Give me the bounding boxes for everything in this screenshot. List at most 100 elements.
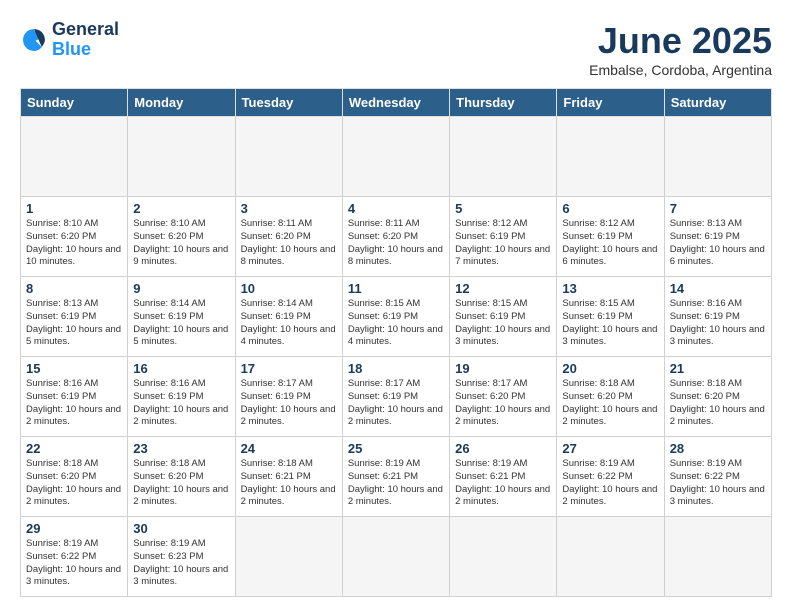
- day-number: 29: [26, 521, 122, 536]
- table-cell: 16 Sunrise: 8:16 AMSunset: 6:19 PMDayligh…: [128, 357, 235, 437]
- day-info: Sunrise: 8:13 AMSunset: 6:19 PMDaylight:…: [670, 218, 766, 269]
- day-info: Sunrise: 8:17 AMSunset: 6:20 PMDaylight:…: [455, 378, 551, 429]
- logo-text: General Blue: [52, 20, 119, 60]
- day-info: Sunrise: 8:19 AMSunset: 6:23 PMDaylight:…: [133, 538, 229, 589]
- table-cell: 19 Sunrise: 8:17 AMSunset: 6:20 PMDayligh…: [450, 357, 557, 437]
- day-number: 3: [241, 201, 337, 216]
- col-monday: Monday: [128, 89, 235, 117]
- table-cell: 3 Sunrise: 8:11 AMSunset: 6:20 PMDaylight…: [235, 197, 342, 277]
- calendar-row: 1 Sunrise: 8:10 AMSunset: 6:20 PMDaylight…: [21, 197, 772, 277]
- table-cell: [21, 117, 128, 197]
- table-cell: 13 Sunrise: 8:15 AMSunset: 6:19 PMDayligh…: [557, 277, 664, 357]
- table-cell: 6 Sunrise: 8:12 AMSunset: 6:19 PMDaylight…: [557, 197, 664, 277]
- table-cell: 27Sunrise: 8:19 AMSunset: 6:22 PMDayligh…: [557, 437, 664, 517]
- day-number: 13: [562, 281, 658, 296]
- day-number: 24: [241, 441, 337, 456]
- day-number: 4: [348, 201, 444, 216]
- col-tuesday: Tuesday: [235, 89, 342, 117]
- table-cell: 11 Sunrise: 8:15 AMSunset: 6:19 PMDayligh…: [342, 277, 449, 357]
- day-number: 1: [26, 201, 122, 216]
- table-cell: 14 Sunrise: 8:16 AMSunset: 6:19 PMDayligh…: [664, 277, 771, 357]
- day-info: Sunrise: 8:19 AMSunset: 6:22 PMDaylight:…: [670, 458, 766, 509]
- day-number: 28: [670, 441, 766, 456]
- table-cell: 9 Sunrise: 8:14 AMSunset: 6:19 PMDaylight…: [128, 277, 235, 357]
- table-cell: [235, 117, 342, 197]
- calendar-header-row: Sunday Monday Tuesday Wednesday Thursday…: [21, 89, 772, 117]
- day-number: 6: [562, 201, 658, 216]
- table-cell: [235, 517, 342, 597]
- day-number: 15: [26, 361, 122, 376]
- day-number: 19: [455, 361, 551, 376]
- day-info: Sunrise: 8:10 AMSunset: 6:20 PMDaylight:…: [26, 218, 122, 269]
- title-block: June 2025 Embalse, Cordoba, Argentina: [589, 20, 772, 78]
- day-info: Sunrise: 8:14 AMSunset: 6:19 PMDaylight:…: [241, 298, 337, 349]
- day-number: 21: [670, 361, 766, 376]
- table-cell: 23 Sunrise: 8:18 AMSunset: 6:20 PMDayligh…: [128, 437, 235, 517]
- day-info: Sunrise: 8:18 AMSunset: 6:21 PMDaylight:…: [241, 458, 337, 509]
- day-info: Sunrise: 8:18 AMSunset: 6:20 PMDaylight:…: [26, 458, 122, 509]
- day-info: Sunrise: 8:14 AMSunset: 6:19 PMDaylight:…: [133, 298, 229, 349]
- day-info: Sunrise: 8:16 AMSunset: 6:19 PMDaylight:…: [133, 378, 229, 429]
- day-number: 30: [133, 521, 229, 536]
- col-saturday: Saturday: [664, 89, 771, 117]
- calendar-row: 8Sunrise: 8:13 AMSunset: 6:19 PMDaylight…: [21, 277, 772, 357]
- day-info: Sunrise: 8:16 AMSunset: 6:19 PMDaylight:…: [670, 298, 766, 349]
- day-number: 25: [348, 441, 444, 456]
- day-info: Sunrise: 8:19 AMSunset: 6:21 PMDaylight:…: [348, 458, 444, 509]
- table-cell: [664, 117, 771, 197]
- logo: General Blue: [20, 20, 119, 60]
- logo-icon: [20, 26, 48, 54]
- day-info: Sunrise: 8:11 AMSunset: 6:20 PMDaylight:…: [348, 218, 444, 269]
- table-cell: [342, 117, 449, 197]
- table-cell: 25 Sunrise: 8:19 AMSunset: 6:21 PMDayligh…: [342, 437, 449, 517]
- table-cell: [557, 517, 664, 597]
- col-wednesday: Wednesday: [342, 89, 449, 117]
- day-number: 23: [133, 441, 229, 456]
- col-thursday: Thursday: [450, 89, 557, 117]
- calendar-row: 22Sunrise: 8:18 AMSunset: 6:20 PMDayligh…: [21, 437, 772, 517]
- day-info: Sunrise: 8:13 AMSunset: 6:19 PMDaylight:…: [26, 298, 122, 349]
- table-cell: 22Sunrise: 8:18 AMSunset: 6:20 PMDayligh…: [21, 437, 128, 517]
- day-info: Sunrise: 8:18 AMSunset: 6:20 PMDaylight:…: [133, 458, 229, 509]
- day-number: 2: [133, 201, 229, 216]
- day-info: Sunrise: 8:19 AMSunset: 6:21 PMDaylight:…: [455, 458, 551, 509]
- day-info: Sunrise: 8:19 AMSunset: 6:22 PMDaylight:…: [26, 538, 122, 589]
- day-info: Sunrise: 8:16 AMSunset: 6:19 PMDaylight:…: [26, 378, 122, 429]
- day-number: 18: [348, 361, 444, 376]
- day-info: Sunrise: 8:15 AMSunset: 6:19 PMDaylight:…: [562, 298, 658, 349]
- day-number: 16: [133, 361, 229, 376]
- table-cell: 1 Sunrise: 8:10 AMSunset: 6:20 PMDaylight…: [21, 197, 128, 277]
- day-number: 26: [455, 441, 551, 456]
- day-number: 11: [348, 281, 444, 296]
- day-number: 5: [455, 201, 551, 216]
- day-number: 12: [455, 281, 551, 296]
- table-cell: [128, 117, 235, 197]
- day-info: Sunrise: 8:17 AMSunset: 6:19 PMDaylight:…: [241, 378, 337, 429]
- table-cell: 29 Sunrise: 8:19 AMSunset: 6:22 PMDayligh…: [21, 517, 128, 597]
- table-cell: 7 Sunrise: 8:13 AMSunset: 6:19 PMDaylight…: [664, 197, 771, 277]
- day-info: Sunrise: 8:17 AMSunset: 6:19 PMDaylight:…: [348, 378, 444, 429]
- table-cell: 18 Sunrise: 8:17 AMSunset: 6:19 PMDayligh…: [342, 357, 449, 437]
- table-cell: 15 Sunrise: 8:16 AMSunset: 6:19 PMDayligh…: [21, 357, 128, 437]
- day-info: Sunrise: 8:12 AMSunset: 6:19 PMDaylight:…: [562, 218, 658, 269]
- table-cell: 21Sunrise: 8:18 AMSunset: 6:20 PMDayligh…: [664, 357, 771, 437]
- table-cell: [342, 517, 449, 597]
- day-number: 20: [562, 361, 658, 376]
- day-number: 7: [670, 201, 766, 216]
- day-number: 17: [241, 361, 337, 376]
- day-number: 14: [670, 281, 766, 296]
- day-number: 9: [133, 281, 229, 296]
- calendar-table: Sunday Monday Tuesday Wednesday Thursday…: [20, 88, 772, 597]
- table-cell: [557, 117, 664, 197]
- table-cell: 24 Sunrise: 8:18 AMSunset: 6:21 PMDayligh…: [235, 437, 342, 517]
- table-cell: 2Sunrise: 8:10 AMSunset: 6:20 PMDaylight…: [128, 197, 235, 277]
- col-sunday: Sunday: [21, 89, 128, 117]
- day-info: Sunrise: 8:11 AMSunset: 6:20 PMDaylight:…: [241, 218, 337, 269]
- calendar-row: [21, 117, 772, 197]
- table-cell: 4 Sunrise: 8:11 AMSunset: 6:20 PMDaylight…: [342, 197, 449, 277]
- month-title: June 2025: [589, 20, 772, 62]
- table-cell: 26 Sunrise: 8:19 AMSunset: 6:21 PMDayligh…: [450, 437, 557, 517]
- calendar-row: 29 Sunrise: 8:19 AMSunset: 6:22 PMDayligh…: [21, 517, 772, 597]
- day-info: Sunrise: 8:15 AMSunset: 6:19 PMDaylight:…: [348, 298, 444, 349]
- table-cell: 5Sunrise: 8:12 AMSunset: 6:19 PMDaylight…: [450, 197, 557, 277]
